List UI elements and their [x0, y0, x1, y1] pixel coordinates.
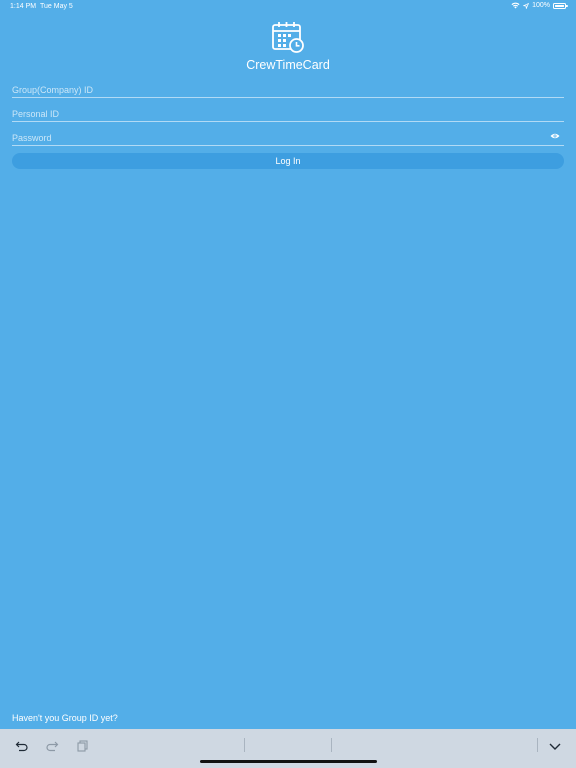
- personal-id-input[interactable]: [12, 105, 564, 123]
- home-indicator: [200, 760, 377, 763]
- group-id-input[interactable]: [12, 81, 564, 99]
- battery-icon: [553, 2, 568, 9]
- password-field-container: [12, 128, 564, 147]
- no-group-id-link[interactable]: Haven't you Group ID yet?: [12, 713, 118, 723]
- status-indicators: 100%: [511, 2, 568, 9]
- wifi-icon: [511, 2, 520, 9]
- status-bar: 1:14 PM Tue May 5 100%: [0, 0, 576, 14]
- login-button[interactable]: Log In: [12, 153, 564, 169]
- location-arrow-icon: [523, 2, 530, 9]
- personal-id-field-container: [12, 104, 564, 123]
- group-id-field-container: [12, 80, 564, 99]
- undo-icon[interactable]: [15, 739, 29, 753]
- password-input[interactable]: [12, 129, 564, 147]
- calendar-clock-icon: [272, 22, 304, 53]
- status-date: Tue May 5: [40, 3, 73, 10]
- suggestion-divider: [331, 738, 332, 752]
- suggestion-divider: [244, 738, 245, 752]
- battery-percent: 100%: [532, 2, 550, 9]
- eye-icon[interactable]: [550, 132, 560, 140]
- status-time: 1:14 PM: [10, 3, 37, 10]
- redo-icon[interactable]: [45, 739, 59, 753]
- toolbar-divider: [537, 738, 538, 752]
- paste-icon[interactable]: [76, 739, 90, 753]
- app-title: CrewTimeCard: [246, 58, 330, 72]
- chevron-down-icon[interactable]: [548, 739, 562, 753]
